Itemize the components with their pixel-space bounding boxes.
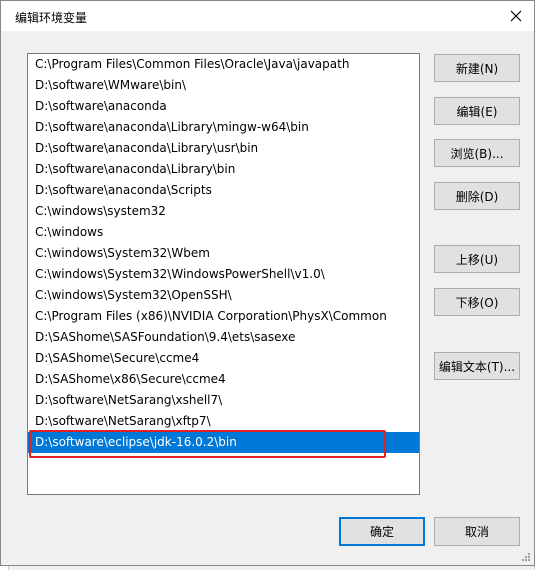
delete-button[interactable]: 删除(D) [434,182,520,210]
edit-text-button[interactable]: 编辑文本(T)... [434,352,520,380]
dialog-title: 编辑环境变量 [15,11,88,25]
list-item[interactable]: D:\SAShome\Secure\ccme4 [28,348,419,369]
cancel-button-label: 取消 [464,525,489,539]
edit-button[interactable]: 编辑(E) [434,97,520,125]
move-up-button-label: 上移(U) [455,252,499,267]
list-item[interactable]: D:\software\anaconda\Scripts [28,180,419,201]
title-bar[interactable]: 编辑环境变量 [1,1,534,31]
list-item[interactable]: D:\software\NetSarang\xshell7\ [28,390,419,411]
browse-button[interactable]: 浏览(B)... [434,139,520,167]
list-item[interactable]: C:\windows\System32\OpenSSH\ [28,285,419,306]
list-item[interactable]: C:\windows\System32\Wbem [28,243,419,264]
list-item[interactable]: C:\windows\System32\WindowsPowerShell\v1… [28,264,419,285]
list-item[interactable]: D:\software\anaconda [28,96,419,117]
list-item[interactable]: D:\software\anaconda\Library\usr\bin [28,138,419,159]
edit-text-button-label: 编辑文本(T)... [438,359,516,374]
close-icon [510,10,522,22]
delete-button-label: 删除(D) [455,189,499,204]
list-item[interactable]: C:\windows [28,222,419,243]
close-button[interactable] [504,4,528,28]
list-item[interactable]: C:\Program Files\Common Files\Oracle\Jav… [28,54,419,75]
path-listbox[interactable]: C:\Program Files\Common Files\Oracle\Jav… [27,53,420,495]
move-down-button-label: 下移(O) [455,295,499,310]
list-item-selected[interactable]: D:\software\eclipse\jdk-16.0.2\bin [28,432,419,453]
move-up-button[interactable]: 上移(U) [434,245,520,273]
edit-button-label: 编辑(E) [456,104,498,119]
list-item[interactable]: D:\software\WMware\bin\ [28,75,419,96]
list-item[interactable]: C:\Program Files (x86)\NVIDIA Corporatio… [28,306,419,327]
new-button[interactable]: 新建(N) [434,54,520,82]
edit-env-variable-dialog: 编辑环境变量 C:\Program Files\Common Files\Ora… [0,0,535,566]
list-item[interactable]: D:\software\NetSarang\xftp7\ [28,411,419,432]
ok-button[interactable]: 确定 [339,517,425,546]
list-item[interactable]: D:\SAShome\x86\Secure\ccme4 [28,369,419,390]
cancel-button[interactable]: 取消 [434,517,520,546]
ok-button-label: 确定 [369,525,394,539]
list-item[interactable]: D:\SAShome\SASFoundation\9.4\ets\sasexe [28,327,419,348]
browse-button-label: 浏览(B)... [450,146,504,161]
resize-grip-icon[interactable] [520,551,530,561]
list-item[interactable]: D:\software\anaconda\Library\mingw-w64\b… [28,117,419,138]
background-right-strip [534,0,541,570]
new-button-label: 新建(N) [455,61,499,76]
list-item[interactable]: D:\software\anaconda\Library\bin [28,159,419,180]
list-item[interactable]: C:\windows\system32 [28,201,419,222]
move-down-button[interactable]: 下移(O) [434,288,520,316]
